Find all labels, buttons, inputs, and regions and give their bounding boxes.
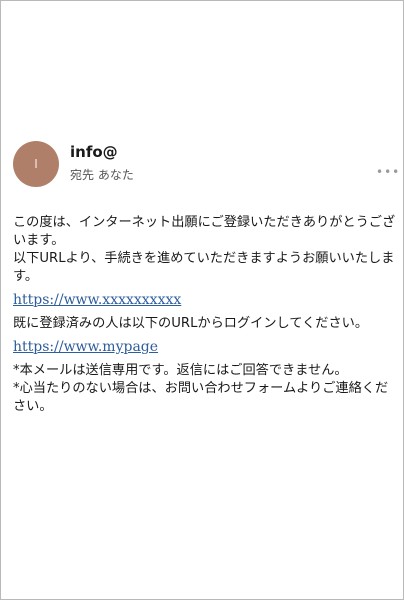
email-body: この度は、インターネット出願にご登録いただきありがとうございます。 以下URLよ… (13, 214, 397, 416)
note-contact-form: *心当たりのない場合は、お問い合わせフォームよりご連絡ください。 (13, 381, 389, 414)
avatar[interactable]: I (13, 141, 59, 187)
message-instruction: 以下URLより、手続きを進めていただきますようお願いいたします。 (13, 251, 395, 284)
recipient-line: 宛先 あなた (70, 168, 134, 182)
note-send-only: *本メールは送信専用です。返信にはご回答できません。 (13, 363, 348, 378)
more-options-icon[interactable]: ••• (376, 165, 400, 179)
registration-link[interactable]: https://www.xxxxxxxxxx (13, 291, 397, 310)
email-header: I info@ 宛先 あなた ••• (13, 141, 399, 191)
sender-name: info@ (70, 143, 118, 161)
email-view: I info@ 宛先 あなた ••• この度は、インターネット出願にご登録いただ… (0, 0, 404, 600)
message-login-instruction: 既に登録済みの人は以下のURLからログインしてください。 (13, 316, 369, 331)
message-greeting: この度は、インターネット出願にご登録いただきありがとうございます。 (13, 215, 396, 248)
mypage-link[interactable]: https://www.mypage (13, 338, 397, 357)
